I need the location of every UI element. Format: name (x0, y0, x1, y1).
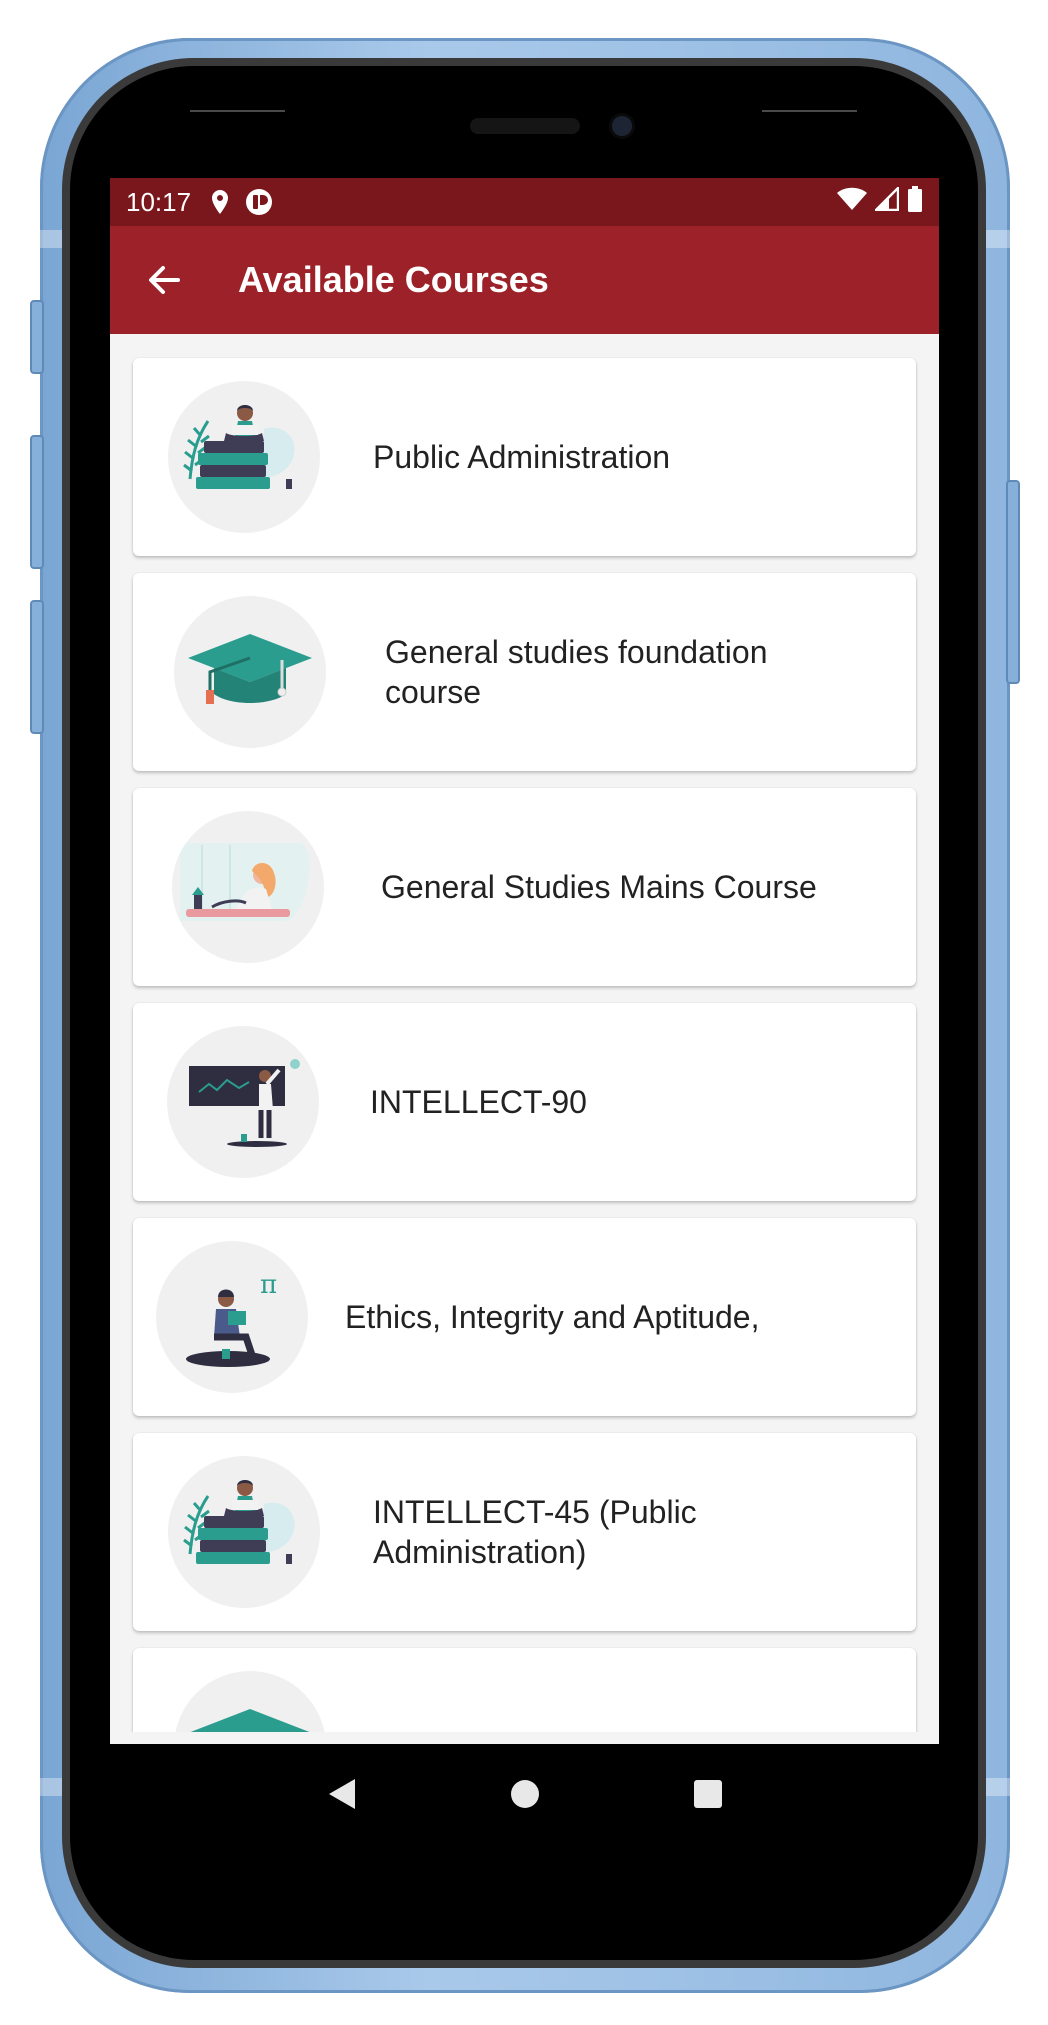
nav-recents-button[interactable] (683, 1769, 733, 1819)
course-card[interactable]: General studies foundation course (133, 573, 916, 771)
course-card[interactable]: π Ethics, Integrity and Aptitude, (133, 1218, 916, 1416)
battery-icon (907, 185, 923, 219)
course-card[interactable]: Public Administration (133, 358, 916, 556)
course-title: Public Administration (373, 439, 671, 475)
svg-text:π: π (260, 1270, 277, 1300)
course-illustration-icon (172, 811, 324, 963)
course-card[interactable]: General Studies Mains Course (133, 788, 916, 986)
wifi-icon (837, 187, 867, 218)
back-button[interactable] (140, 256, 188, 304)
course-title: Ethics, Integrity and Aptitude, (345, 1299, 760, 1335)
course-list[interactable]: Public Administration General studies fo… (110, 334, 939, 1732)
course-title: INTELLECT-45 (Public Administration) (373, 1494, 697, 1570)
screen: 10:17 Available Courses Public Administr… (110, 178, 939, 1744)
course-title: General Studies Mains Course (381, 869, 817, 905)
status-time: 10:17 (126, 186, 192, 217)
volume-button (30, 435, 44, 569)
page-title: Available Courses (238, 259, 549, 300)
course-illustration-icon (174, 1671, 326, 1732)
status-bar: 10:17 (110, 178, 939, 226)
home-circle-icon (510, 1780, 539, 1808)
course-illustration-icon (168, 1456, 320, 1608)
nav-home-button[interactable] (500, 1769, 550, 1819)
bezel-line (190, 110, 285, 112)
course-title (385, 1648, 845, 1732)
course-title: General studies foundation course (385, 634, 768, 710)
front-camera (612, 116, 632, 136)
bezel-line (762, 110, 857, 112)
course-illustration-icon (168, 381, 320, 533)
back-triangle-icon (328, 1779, 355, 1809)
nav-back-button[interactable] (317, 1769, 367, 1819)
earpiece-speaker (470, 118, 580, 134)
course-illustration-icon: π (156, 1241, 308, 1393)
arrow-left-icon (149, 266, 180, 294)
volume-button (30, 300, 44, 374)
course-card[interactable] (133, 1648, 916, 1732)
app-bar: Available Courses (110, 226, 939, 334)
course-title: INTELLECT-90 (370, 1084, 587, 1120)
navigation-bar (110, 1744, 939, 1844)
signal-icon (873, 184, 900, 218)
course-card[interactable]: INTELLECT-45 (Public Administration) (133, 1433, 916, 1631)
recents-square-icon (693, 1780, 722, 1808)
course-illustration-icon (174, 596, 326, 748)
power-button (1006, 480, 1020, 684)
volume-button (30, 600, 44, 734)
course-illustration-icon (167, 1026, 319, 1178)
app-notification-icon (245, 188, 273, 216)
course-card[interactable]: INTELLECT-90 (133, 1003, 916, 1201)
location-pin-icon (209, 189, 231, 215)
